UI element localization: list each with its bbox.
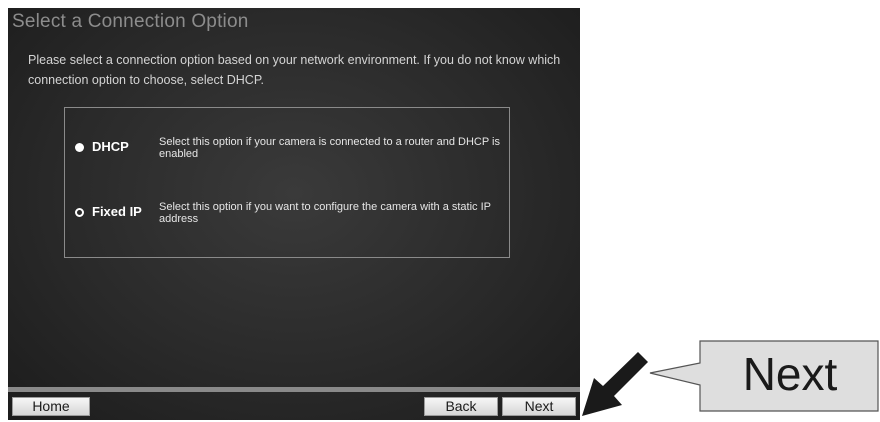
page-title: Select a Connection Option — [12, 11, 249, 32]
dhcp-radio[interactable] — [75, 143, 84, 152]
callout-next-label: Next — [742, 348, 838, 400]
back-button[interactable]: Back — [424, 397, 498, 416]
dhcp-label[interactable]: DHCP — [92, 139, 129, 154]
dhcp-description: Select this option if your camera is con… — [159, 136, 500, 160]
fixed-ip-description: Select this option if you want to config… — [159, 201, 491, 225]
connection-options-group: DHCP Select this option if your camera i… — [64, 107, 510, 258]
home-button[interactable]: Home — [12, 397, 90, 416]
intro-text: Please select a connection option based … — [28, 53, 561, 87]
next-button[interactable]: Next — [502, 397, 576, 416]
fixed-ip-radio[interactable] — [75, 208, 84, 217]
connection-wizard: Select a Connection Option Please select… — [8, 8, 580, 420]
footer-divider — [8, 387, 580, 392]
pointer-arrow-icon — [582, 352, 648, 416]
fixed-ip-label[interactable]: Fixed IP — [92, 204, 142, 219]
